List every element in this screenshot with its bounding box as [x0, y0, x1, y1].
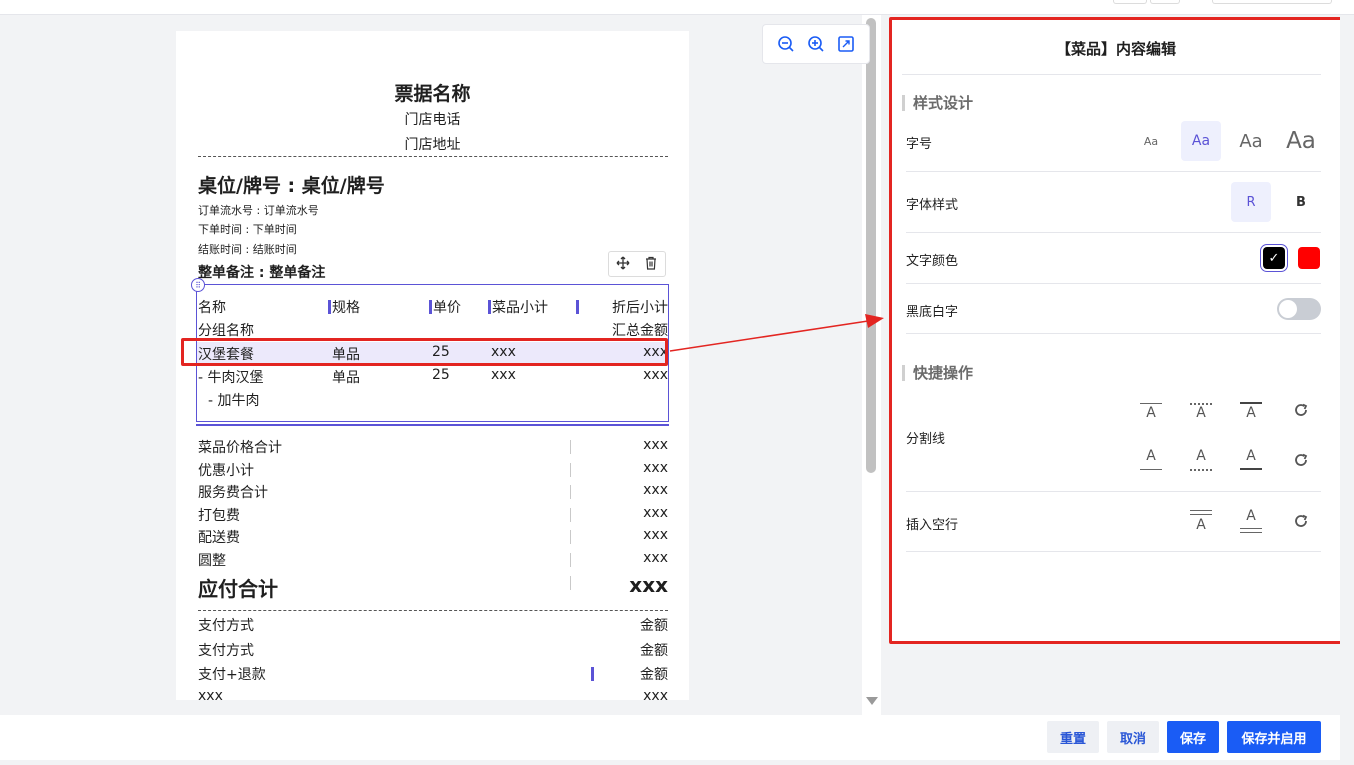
- save-enable-button[interactable]: 保存并启用: [1227, 721, 1321, 753]
- cancel-button[interactable]: 取消: [1107, 721, 1159, 753]
- annotation-highlight-panel: [889, 17, 1343, 644]
- page-edge: [1340, 15, 1354, 765]
- reset-button[interactable]: 重置: [1047, 721, 1099, 753]
- save-button[interactable]: 保存: [1167, 721, 1219, 753]
- annotation-highlight-row: [181, 338, 668, 366]
- footer-actions: 重置 取消 保存 保存并启用: [0, 715, 1340, 760]
